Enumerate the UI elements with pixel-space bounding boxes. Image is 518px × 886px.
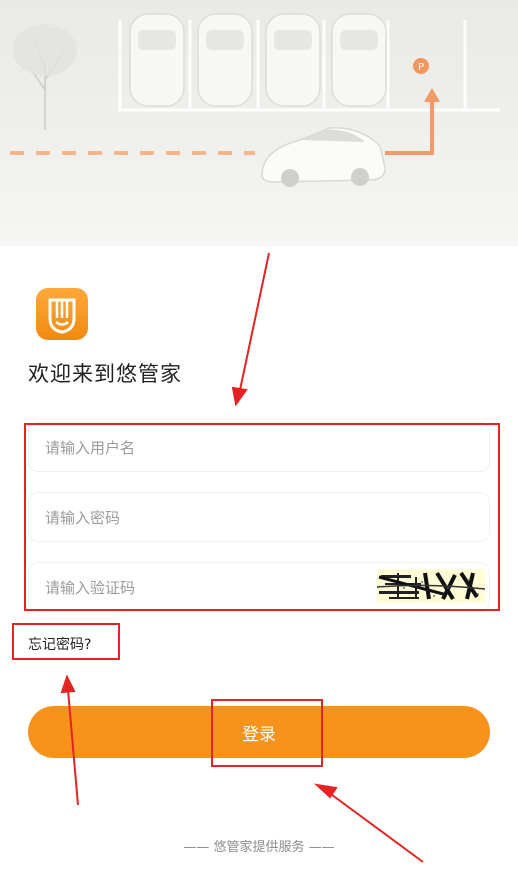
hero-illustration: P (0, 0, 518, 246)
footer-text: —— 悠管家提供服务 —— (183, 840, 335, 855)
svg-text:P: P (418, 62, 424, 73)
annotation-box-login (211, 699, 323, 767)
annotation-box-form (24, 423, 500, 611)
app-logo-icon (36, 288, 88, 340)
welcome-title: 欢迎来到悠管家 (28, 362, 182, 386)
annotation-box-forgot (12, 623, 120, 660)
parking-icon: P (413, 58, 429, 74)
